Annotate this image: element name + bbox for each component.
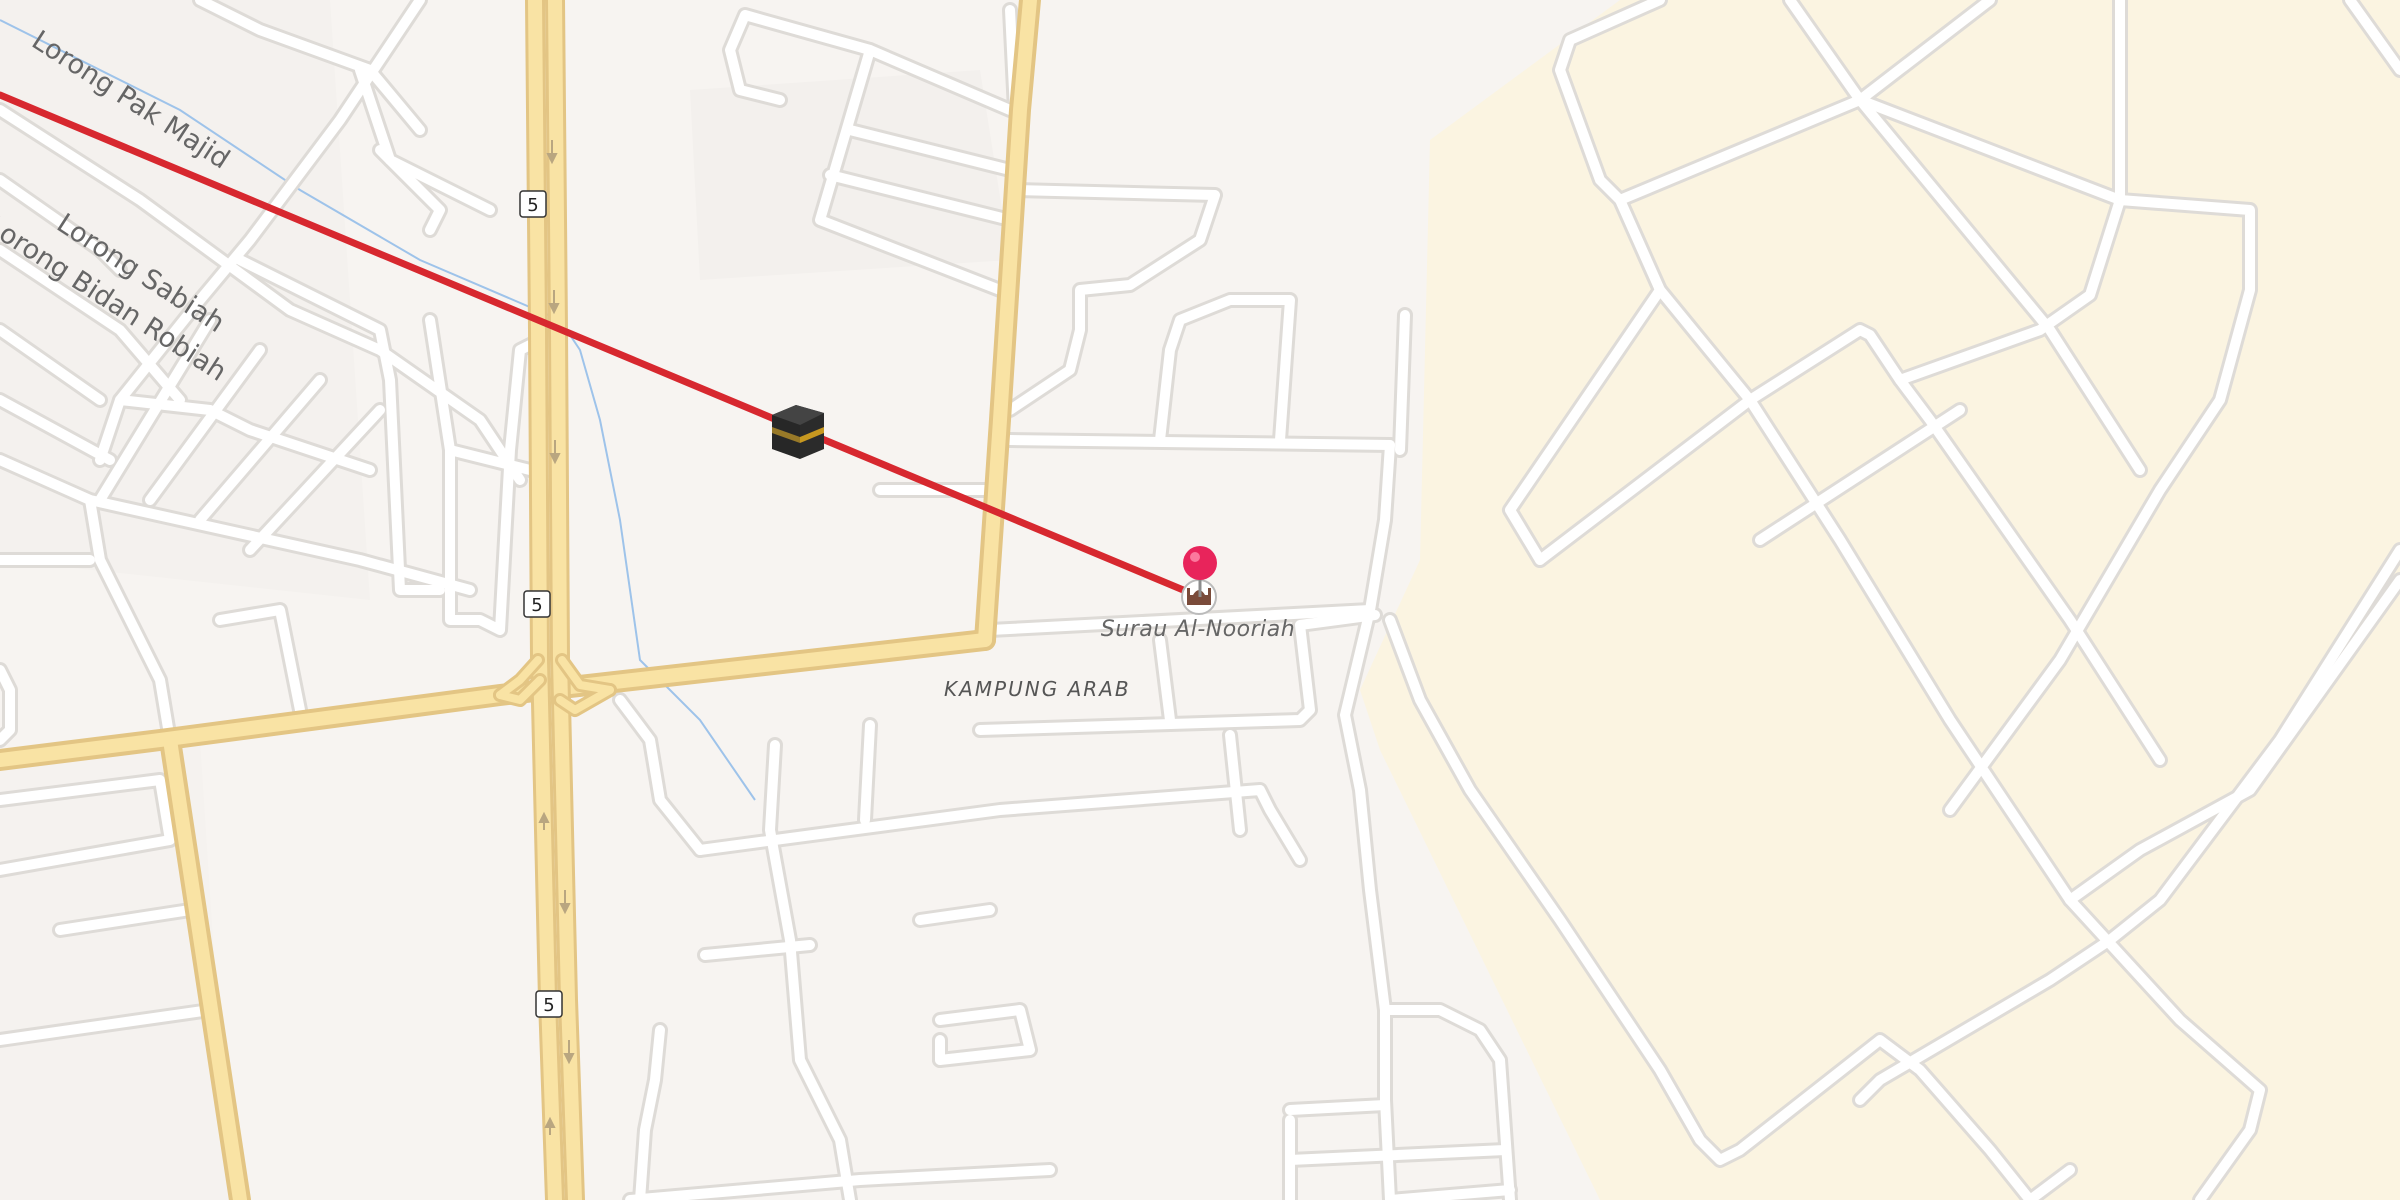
route-shield-label: 5: [543, 995, 554, 1016]
area-label: KAMPUNG ARAB: [944, 677, 1131, 701]
route-shield-label: 5: [531, 595, 542, 616]
map-canvas[interactable]: Lorong Pak Majid Lorong Sabiah Lorong Bi…: [0, 0, 2400, 1200]
route-shield-label: 5: [527, 195, 538, 216]
route-shield-5: 5: [535, 990, 563, 1018]
route-shield-5: 5: [523, 590, 551, 618]
kaaba-icon[interactable]: [772, 405, 824, 459]
poi-label-surau-al-nooriah[interactable]: Surau Al-Nooriah: [1101, 617, 1295, 642]
route-shield-5: 5: [519, 190, 547, 218]
